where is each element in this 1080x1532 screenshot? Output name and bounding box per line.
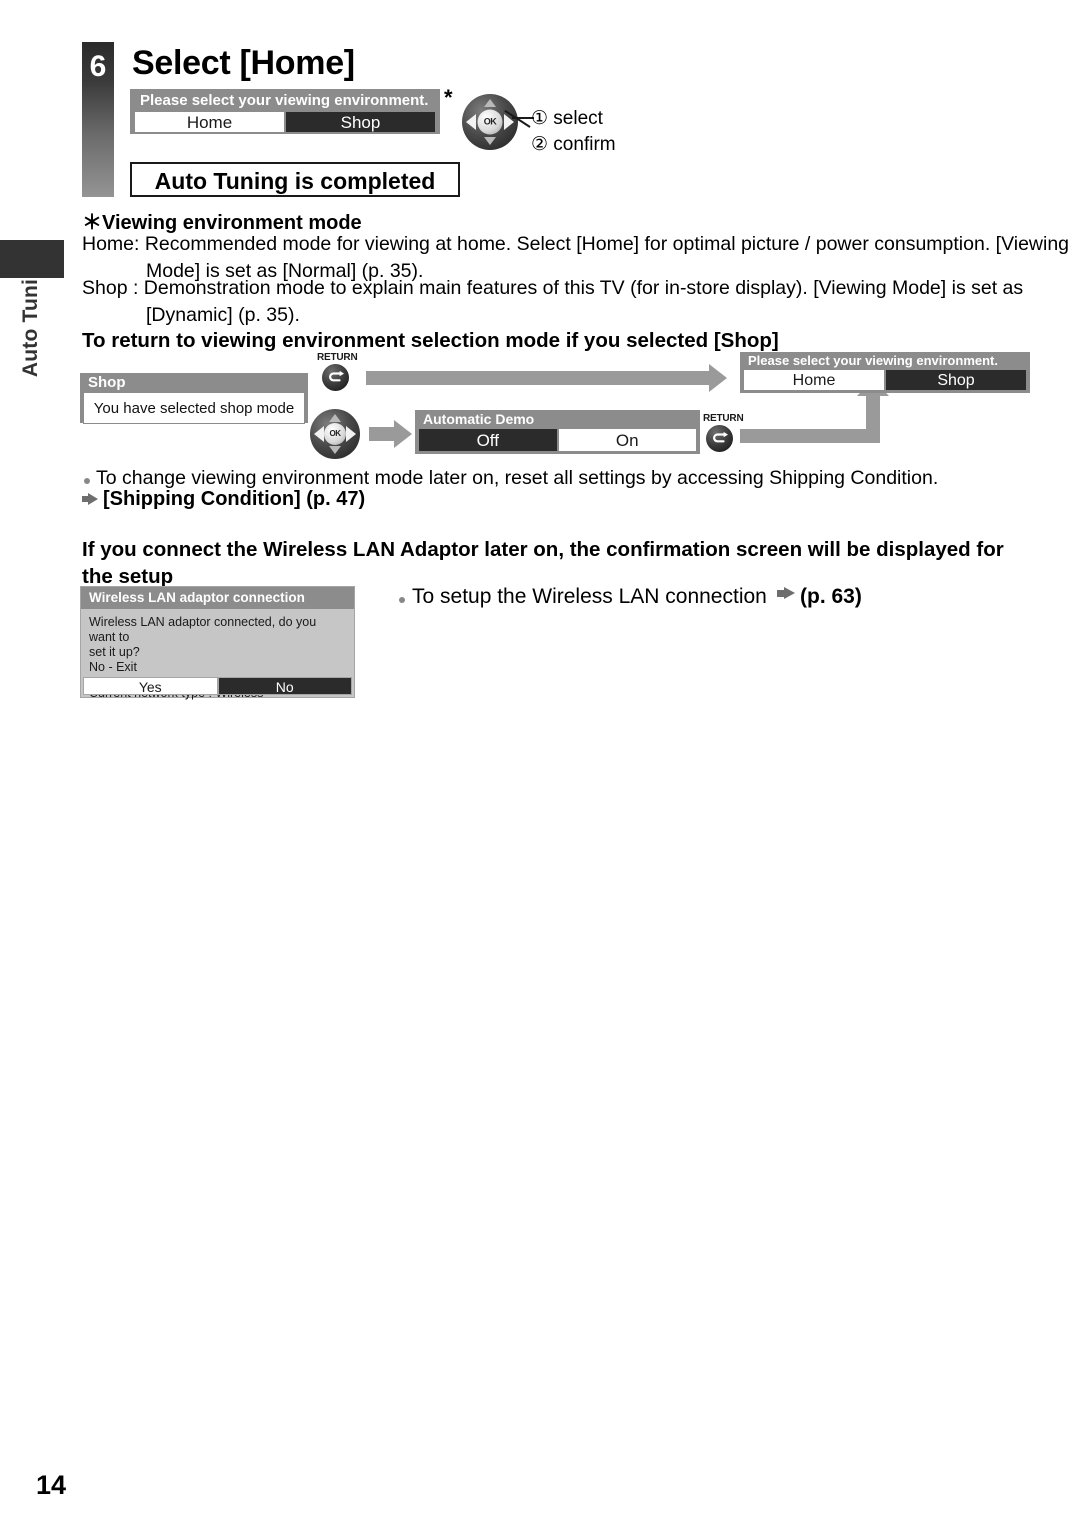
option-home-button[interactable]: Home: [743, 369, 885, 391]
option-yes-button[interactable]: Yes: [83, 677, 218, 695]
flow-loop-horizontal: [740, 429, 880, 443]
bullet-icon: [399, 597, 405, 603]
option-off-button[interactable]: Off: [418, 428, 558, 452]
asterisk-marker: *: [444, 85, 453, 110]
return-icon: [706, 425, 733, 452]
viewing-mode-shop-description: Shop : Demonstration mode to explain mai…: [82, 277, 1024, 326]
wireless-setup-note: To setup the Wireless LAN connection: [412, 585, 767, 608]
dialog-options: Off On: [418, 428, 697, 452]
callout-select-label: ① select: [531, 108, 603, 129]
callout-confirm-label: ② confirm: [531, 134, 616, 155]
arrow-right-icon: [784, 587, 795, 599]
dpad-down-arrow-icon: [329, 446, 341, 454]
dialog-title: Please select your viewing environment.: [748, 353, 998, 368]
wireless-section-heading: If you connect the Wireless LAN Adaptor …: [82, 538, 1004, 588]
dpad-left-arrow-icon: [314, 426, 324, 442]
dialog-title: Shop: [88, 374, 126, 391]
shipping-condition-reference[interactable]: [Shipping Condition] (p. 47): [103, 486, 365, 513]
return-button-label: RETURN: [317, 352, 358, 363]
flow-arrow-to-env-dialog: [366, 364, 727, 392]
flow-arrow-to-demo-dialog: [369, 420, 412, 448]
dialog-title: Wireless LAN adaptor connection: [81, 587, 354, 609]
option-shop-button[interactable]: Shop: [885, 369, 1027, 391]
option-shop-button[interactable]: Shop: [285, 111, 436, 133]
bullet-icon: [84, 478, 90, 484]
return-icon: [322, 364, 349, 391]
dialog-body: Wireless LAN adaptor connected, do you w…: [81, 609, 354, 675]
dpad-icon: OK: [462, 94, 518, 150]
chapter-label: Auto Tuning: [19, 252, 42, 378]
flow-loop-vertical: [866, 393, 880, 439]
return-button-label: RETURN: [703, 413, 744, 424]
step-number: 6: [89, 50, 107, 83]
dialog-message: You have selected shop mode: [83, 392, 305, 424]
dpad-up-arrow-icon: [484, 99, 496, 107]
dialog-wireless-lan-adaptor: Wireless LAN adaptor connection Wireless…: [80, 586, 355, 700]
arrow-right-icon: [88, 493, 98, 505]
dialog-title: Automatic Demo: [423, 411, 535, 427]
option-no-button[interactable]: No: [217, 677, 352, 695]
return-section-heading: To return to viewing environment selecti…: [82, 329, 779, 352]
page-number: 14: [36, 1470, 67, 1500]
dialog-body-line2: set it up?: [89, 645, 140, 659]
auto-tuning-completed-banner: Auto Tuning is completed: [130, 162, 460, 197]
dialog-automatic-demo: Automatic Demo Off On: [415, 410, 700, 454]
dialog-options: Yes No: [83, 677, 352, 695]
dialog-options: Home Shop: [134, 111, 436, 133]
dpad-icon-flow: OK: [310, 409, 360, 459]
ok-button-icon: OK: [477, 109, 503, 135]
option-home-button[interactable]: Home: [134, 111, 285, 133]
dialog-viewing-environment-right: Please select your viewing environment. …: [740, 352, 1030, 393]
option-on-button[interactable]: On: [557, 428, 697, 452]
page-title: Select [Home]: [132, 44, 355, 82]
dialog-body-line3: No - Exit: [89, 660, 137, 674]
dpad-left-arrow-icon: [466, 114, 476, 130]
dpad-right-arrow-icon: [346, 426, 356, 442]
dialog-body-line1: Wireless LAN adaptor connected, do you w…: [89, 615, 317, 644]
dialog-options: Home Shop: [743, 369, 1027, 391]
dialog-viewing-environment-top: Please select your viewing environment. …: [130, 89, 440, 134]
dialog-title: Please select your viewing environment.: [140, 92, 429, 109]
dpad-down-arrow-icon: [484, 137, 496, 145]
dialog-shop-mode: Shop You have selected shop mode: [80, 373, 308, 424]
wireless-setup-reference[interactable]: (p. 63): [800, 583, 862, 610]
ok-button-icon: OK: [324, 423, 346, 445]
dpad-up-arrow-icon: [329, 414, 341, 422]
